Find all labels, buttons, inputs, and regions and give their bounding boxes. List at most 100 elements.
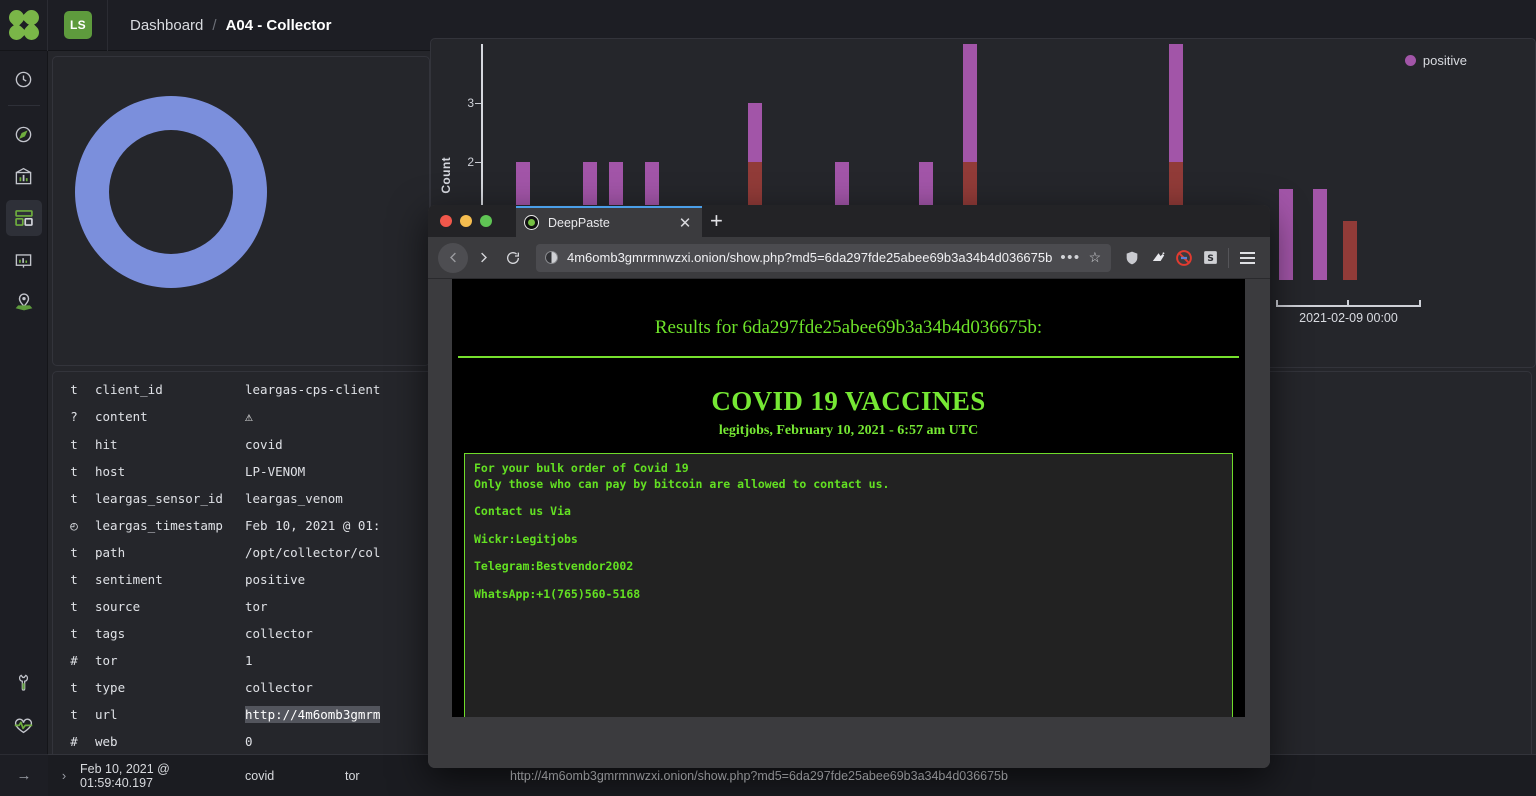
field-type-icon: ◴	[70, 518, 78, 533]
url-input[interactable]: 4m6omb3gmrmnwzxi.onion/show.php?md5=6da2…	[567, 250, 1052, 265]
legend-color-swatch-positive	[1404, 55, 1416, 66]
chart-legend[interactable]: positive	[1404, 53, 1467, 68]
reload-button[interactable]	[498, 243, 528, 273]
highlighted-value: http://4m6omb3gmrm	[245, 706, 381, 723]
chart-x-tick	[1347, 300, 1349, 307]
field-type-icon: t	[70, 680, 78, 695]
page-actions-icon[interactable]: •••	[1060, 249, 1080, 266]
field-type-icon: #	[70, 653, 78, 668]
block-icon[interactable]	[1171, 249, 1197, 267]
sidebar-item-discover[interactable]	[6, 116, 42, 152]
deeppaste-page: Results for 6da297fde25abee69b3a34b4d036…	[452, 279, 1245, 717]
close-window-button[interactable]	[440, 215, 452, 227]
chart-bar[interactable]	[1343, 221, 1357, 280]
sidebar-rail	[0, 51, 48, 796]
sidebar-item-monitoring[interactable]	[6, 706, 42, 742]
s-badge-glyph: S	[1203, 251, 1217, 264]
clover-glyph	[5, 6, 42, 44]
wrench-icon	[19, 674, 28, 691]
result-source: tor	[345, 768, 360, 783]
heartbeat-icon	[14, 718, 33, 733]
forward-button[interactable]	[468, 243, 498, 273]
field-type-icon: t	[70, 491, 78, 506]
chart-bar[interactable]	[1279, 188, 1293, 280]
browser-navigation-bar: 4m6omb3gmrmnwzxi.onion/show.php?md5=6da2…	[428, 237, 1270, 279]
field-name: hit	[95, 437, 118, 452]
result-timestamp: Feb 10, 2021 @ 01:59:40.197	[80, 761, 170, 790]
post-body-box: For your bulk order of Covid 19 Only thos…	[464, 453, 1233, 717]
url-bar[interactable]: 4m6omb3gmrmnwzxi.onion/show.php?md5=6da2…	[536, 243, 1111, 272]
toolbar-separator	[1228, 247, 1229, 268]
field-name: tags	[95, 626, 126, 641]
post-body-line: For your bulk order of Covid 19	[474, 461, 689, 475]
minimize-window-button[interactable]	[460, 215, 472, 227]
browser-tab-title: DeepPaste	[548, 215, 610, 230]
sidebar-item-recently-viewed[interactable]	[6, 61, 42, 97]
result-hit: covid	[245, 768, 275, 783]
app-root: LS Dashboard / A04 - Collector → t clien…	[0, 0, 1536, 796]
chart-bar-segment-positive	[1279, 188, 1293, 280]
chart-bar-segment-positive	[1169, 44, 1183, 162]
field-type-icon: ?	[70, 409, 78, 424]
field-name: path	[95, 545, 126, 560]
field-type-icon: #	[70, 734, 78, 749]
chart-bar-segment-positive	[963, 44, 977, 162]
maximize-window-button[interactable]	[480, 215, 492, 227]
bookmark-star-icon[interactable]: ☆	[1089, 249, 1102, 266]
donut-chart[interactable]	[75, 96, 267, 288]
chart-x-tick-label: 2021-02-09 00:00	[1299, 311, 1398, 325]
arrow-right-icon	[480, 252, 487, 263]
deeppaste-favicon	[524, 215, 539, 230]
block-glyph	[1176, 249, 1192, 266]
space-badge[interactable]: LS	[64, 11, 92, 39]
chevron-right-icon[interactable]: ›	[48, 768, 80, 783]
chart-bar-segment-positive	[748, 103, 762, 162]
noscript-icon[interactable]	[1145, 249, 1171, 266]
hamburger-menu-icon[interactable]	[1234, 251, 1260, 264]
https-everywhere-icon[interactable]: S	[1197, 249, 1223, 266]
field-name: client_id	[95, 382, 163, 397]
field-type-icon: t	[70, 626, 78, 641]
breadcrumb-current: A04 - Collector	[225, 16, 332, 34]
arrow-left-icon	[449, 252, 456, 263]
breadcrumb-dashboard-link[interactable]: Dashboard	[130, 17, 203, 34]
field-name: source	[95, 599, 141, 614]
result-url: http://4m6omb3gmrmnwzxi.onion/show.php?m…	[510, 768, 1008, 783]
field-name: content	[95, 409, 148, 424]
browser-title-bar: DeepPaste ✕ +	[428, 205, 1270, 237]
post-body-line: Contact us Via	[474, 504, 571, 518]
sidebar-item-dev-tools[interactable]	[6, 664, 42, 700]
clover-logo-icon[interactable]	[0, 0, 48, 51]
browser-tab[interactable]: DeepPaste ✕	[516, 206, 702, 237]
chart-x-axis-line	[1276, 300, 1421, 307]
field-type-icon: t	[70, 464, 78, 479]
sidebar-expand-button[interactable]: →	[0, 754, 48, 796]
close-tab-button[interactable]: ✕	[676, 214, 694, 232]
field-name: sentiment	[95, 572, 163, 587]
breadcrumb: Dashboard / A04 - Collector	[130, 17, 331, 34]
chart-y-tick-label: 3	[467, 96, 474, 110]
field-name: web	[95, 734, 118, 749]
compass-icon	[15, 126, 32, 142]
sidebar-item-visualize[interactable]	[6, 158, 42, 194]
field-name: tor	[95, 653, 118, 668]
site-identity-icon[interactable]	[545, 251, 558, 264]
back-button[interactable]	[438, 242, 468, 273]
map-pin-icon	[15, 293, 32, 311]
svg-text:S: S	[1207, 253, 1214, 264]
shield-icon[interactable]	[1119, 250, 1145, 266]
sidebar-item-dashboard[interactable]	[5, 200, 42, 236]
field-name: leargas_timestamp	[95, 518, 223, 533]
firefox-browser-window[interactable]: DeepPaste ✕ + 4m6omb3gmrmnwzxi.onion/sho…	[428, 205, 1270, 768]
chart-bar[interactable]	[1313, 188, 1327, 280]
chart-y-tick-label: 2	[467, 155, 474, 169]
field-name: url	[95, 707, 118, 722]
post-body-line: Telegram:Bestvendor2002	[474, 559, 634, 573]
chart-y-axis-label: Count	[439, 157, 453, 194]
chart-bar-segment-negative	[1343, 221, 1357, 280]
canvas-icon	[15, 253, 32, 268]
sidebar-item-maps[interactable]	[6, 284, 42, 320]
page-results-heading: Results for 6da297fde25abee69b3a34b4d036…	[654, 317, 1043, 338]
sidebar-item-canvas[interactable]	[6, 242, 42, 278]
new-tab-button[interactable]: +	[710, 210, 723, 232]
